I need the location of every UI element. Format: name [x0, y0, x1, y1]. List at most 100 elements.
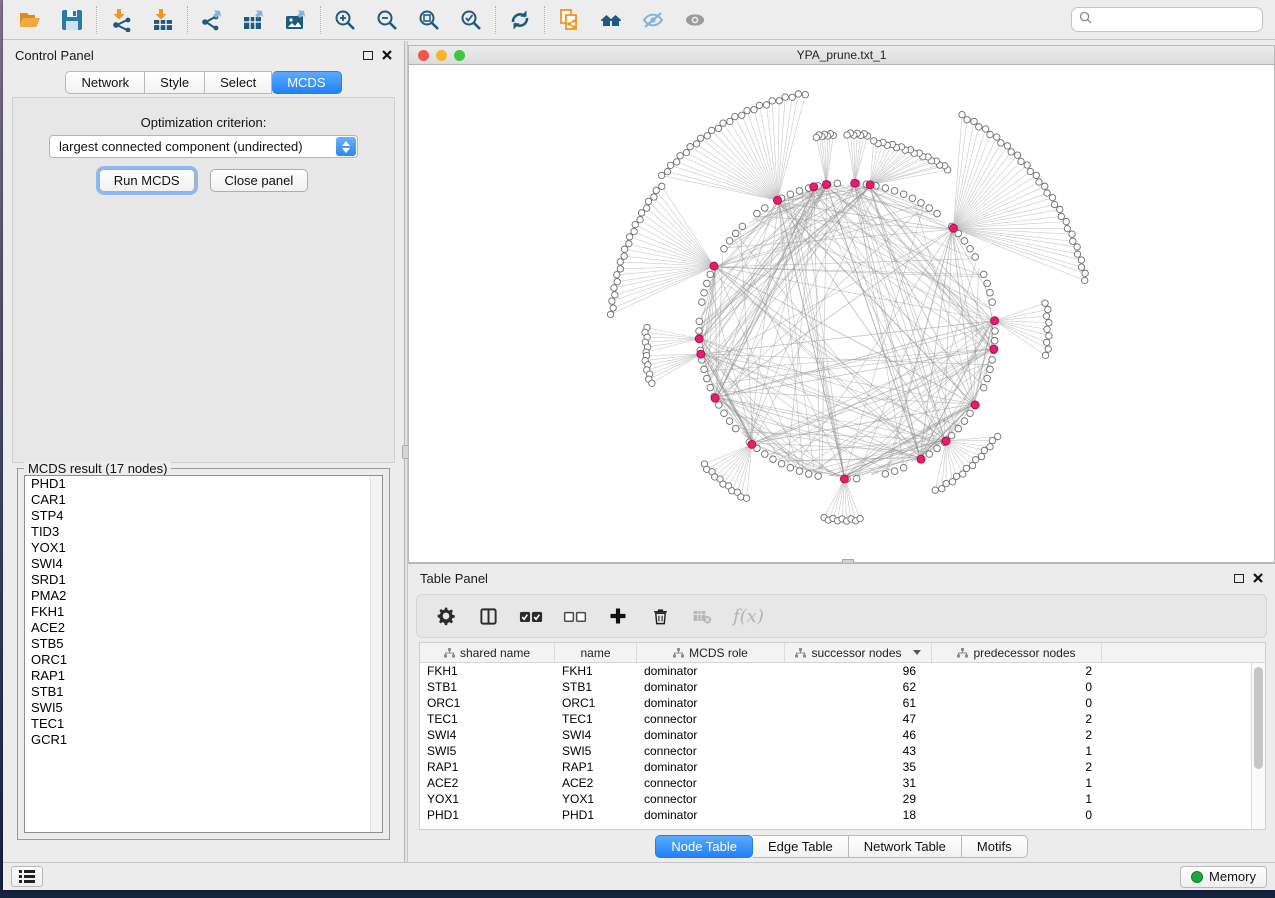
table-row[interactable]: SWI5SWI5connector431 [420, 743, 1251, 759]
table-row[interactable]: ORC1ORC1dominator610 [420, 695, 1251, 711]
clone-network-button[interactable] [554, 5, 584, 35]
cell-mcds_role: dominator [637, 727, 785, 743]
table-row[interactable]: STB1STB1dominator620 [420, 679, 1251, 695]
column-header-successor-nodes[interactable]: successor nodes [785, 643, 932, 662]
tab-style[interactable]: Style [145, 71, 205, 94]
save-session-button[interactable] [57, 5, 87, 35]
mcds-result-item[interactable]: FKH1 [25, 604, 382, 620]
import-network-button[interactable] [106, 5, 136, 35]
tab-select[interactable]: Select [205, 71, 272, 94]
mcds-result-item[interactable]: SWI5 [25, 700, 382, 716]
run-mcds-button[interactable]: Run MCDS [99, 169, 195, 192]
network-window-title: YPA_prune.txt_1 [409, 48, 1274, 62]
mcds-list-scrollbar[interactable] [370, 476, 382, 832]
table-row[interactable]: TEC1TEC1connector472 [420, 711, 1251, 727]
show-all-button[interactable] [680, 5, 710, 35]
search-box[interactable] [1071, 7, 1263, 32]
column-label: name [580, 646, 610, 660]
mcds-result-item[interactable]: TEC1 [25, 716, 382, 732]
tab-mcds[interactable]: MCDS [272, 71, 341, 94]
hierarchy-icon [795, 648, 806, 658]
network-graph[interactable] [409, 65, 1275, 562]
float-table-panel-icon[interactable] [1234, 574, 1244, 583]
add-column-button[interactable] [607, 604, 629, 628]
mcds-result-item[interactable]: GCR1 [25, 732, 382, 748]
show-columns-button[interactable] [477, 604, 499, 628]
cell-shared_name: SWI5 [420, 743, 555, 759]
deselect-all-button[interactable] [563, 604, 587, 628]
mcds-result-item[interactable]: RAP1 [25, 668, 382, 684]
table-row[interactable]: ACE2ACE2connector311 [420, 775, 1251, 791]
table-row[interactable]: PHD1PHD1dominator180 [420, 807, 1251, 823]
network-canvas[interactable] [409, 65, 1274, 562]
gear-button[interactable] [435, 604, 457, 628]
mcds-result-item[interactable]: SRD1 [25, 572, 382, 588]
mcds-result-item[interactable]: PHD1 [25, 476, 382, 492]
table-row[interactable]: RAP1RAP1dominator352 [420, 759, 1251, 775]
delete-column-button[interactable] [649, 604, 671, 628]
refresh-view-button[interactable] [505, 5, 535, 35]
memory-button[interactable]: Memory [1180, 866, 1267, 888]
mcds-result-item[interactable]: STB1 [25, 684, 382, 700]
search-input[interactable] [1096, 12, 1255, 28]
node-table-scrollbar[interactable] [1251, 663, 1265, 829]
zoom-fit-icon [417, 8, 441, 32]
zoom-out-button[interactable] [372, 5, 402, 35]
first-neighbors-button[interactable] [596, 5, 626, 35]
cell-shared_name: FKH1 [420, 663, 555, 679]
close-panel-icon[interactable] [382, 50, 392, 60]
scrollbar-thumb[interactable] [1254, 667, 1263, 769]
zoom-selected-button[interactable] [456, 5, 486, 35]
mcds-result-item[interactable]: CAR1 [25, 492, 382, 508]
export-network-button[interactable] [197, 5, 227, 35]
zoom-in-icon [333, 8, 357, 32]
status-bar: Memory [3, 862, 1275, 890]
column-header-predecessor-nodes[interactable]: predecessor nodes [932, 643, 1102, 662]
table-tab-edge-table[interactable]: Edge Table [753, 835, 849, 858]
export-table-button[interactable] [239, 5, 269, 35]
control-panel: Control Panel NetworkStyleSelectMCDS Opt… [3, 41, 404, 862]
mcds-result-list[interactable]: PHD1CAR1STP4TID3YOX1SWI4SRD1PMA2FKH1ACE2… [24, 475, 383, 833]
mcds-result-item[interactable]: PMA2 [25, 588, 382, 604]
mcds-result-item[interactable]: STP4 [25, 508, 382, 524]
refresh-view-icon [508, 8, 532, 32]
table-tab-node-table[interactable]: Node Table [655, 835, 753, 858]
close-panel-button[interactable]: Close panel [210, 169, 309, 192]
mcds-result-item[interactable]: ACE2 [25, 620, 382, 636]
mcds-result-item[interactable]: ORC1 [25, 652, 382, 668]
mcds-result-item[interactable]: YOX1 [25, 540, 382, 556]
close-table-panel-icon[interactable] [1253, 573, 1263, 583]
first-neighbors-icon [599, 8, 623, 32]
cell-successor_nodes: 31 [785, 775, 932, 791]
column-header-MCDS-role[interactable]: MCDS role [637, 643, 785, 662]
mcds-result-item[interactable]: SWI4 [25, 556, 382, 572]
cell-shared_name: YOX1 [420, 791, 555, 807]
cell-predecessor_nodes: 0 [932, 695, 1102, 711]
table-row[interactable]: FKH1FKH1dominator962 [420, 663, 1251, 679]
table-row[interactable]: SWI4SWI4dominator462 [420, 727, 1251, 743]
select-all-button[interactable] [519, 604, 543, 628]
hide-selected-button[interactable] [638, 5, 668, 35]
column-header-shared-name[interactable]: shared name [420, 643, 555, 662]
cell-shared_name: RAP1 [420, 759, 555, 775]
import-table-button[interactable] [148, 5, 178, 35]
export-image-button[interactable] [281, 5, 311, 35]
column-header-name[interactable]: name [555, 643, 637, 662]
hierarchy-icon [957, 648, 968, 658]
table-tab-motifs[interactable]: Motifs [962, 835, 1028, 858]
network-window-titlebar[interactable]: YPA_prune.txt_1 [409, 46, 1274, 65]
zoom-in-button[interactable] [330, 5, 360, 35]
table-tab-network-table[interactable]: Network Table [849, 835, 962, 858]
cell-name: SWI5 [555, 743, 637, 759]
cell-predecessor_nodes: 0 [932, 679, 1102, 695]
zoom-fit-button[interactable] [414, 5, 444, 35]
tab-network[interactable]: Network [65, 71, 145, 94]
optimization-criterion-dropdown[interactable]: largest connected component (undirected) [49, 135, 358, 158]
mcds-result-item[interactable]: TID3 [25, 524, 382, 540]
float-panel-icon[interactable] [363, 51, 373, 60]
mcds-result-item[interactable]: STB5 [25, 636, 382, 652]
cell-mcds_role: dominator [637, 759, 785, 775]
table-row[interactable]: YOX1YOX1connector291 [420, 791, 1251, 807]
show-panels-button[interactable] [11, 866, 43, 887]
open-file-button[interactable] [15, 5, 45, 35]
